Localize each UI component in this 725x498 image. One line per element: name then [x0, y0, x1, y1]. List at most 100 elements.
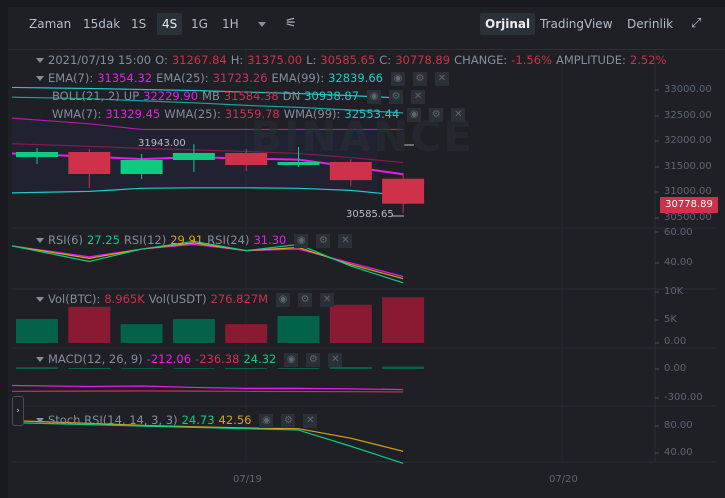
close-icon[interactable]: ✕ — [328, 352, 343, 367]
wma7-label: WMA(7): — [52, 107, 102, 121]
eye-icon[interactable]: ◉ — [259, 413, 274, 428]
ema7-label: EMA(7): — [48, 71, 94, 85]
rsi-legend: RSI(6) 27.25 RSI(12) 29.91 RSI(24) 31.30 ◉ ⚙ ✕ — [36, 232, 356, 248]
boll-mb-label: MB — [202, 89, 220, 103]
macd-hist-value: 24.32 — [243, 352, 277, 366]
macd-histogram-bar — [16, 367, 58, 369]
stoch-tick: 80.00 — [664, 420, 693, 431]
vol-tick: 10K — [664, 286, 684, 297]
volume-bar — [329, 304, 372, 343]
close-icon[interactable]: ✕ — [320, 292, 335, 307]
wma25-value: 31559.78 — [224, 107, 280, 121]
gear-icon[interactable]: ⚙ — [412, 71, 427, 86]
boll-up-value: 32229.90 — [143, 89, 199, 103]
eye-icon[interactable]: ◉ — [407, 107, 422, 122]
gear-icon[interactable]: ⚙ — [306, 352, 321, 367]
macd-histogram-bar — [120, 368, 163, 369]
collapse-icon[interactable] — [36, 76, 44, 81]
vol-btc-value: 8.965K — [104, 292, 145, 306]
ohlc-date: 2021/07/19 15:00 — [48, 53, 152, 67]
boll-legend: BOLL(21, 2) UP 32229.90 MB 31584.38 DN 30938.8… — [52, 88, 429, 104]
stoch-label: Stoch RSI(14, 14, 3, 3) — [48, 413, 178, 427]
price-tick: 30500.00 — [664, 212, 712, 223]
rsi6-label: RSI(6) — [48, 233, 83, 247]
collapse-icon[interactable] — [36, 418, 44, 423]
volume-bar — [382, 297, 425, 343]
wma99-value: 32553.44 — [344, 107, 400, 121]
open-value: 31267.84 — [171, 53, 227, 67]
gear-icon[interactable]: ⚙ — [298, 292, 313, 307]
candle-down — [329, 161, 372, 181]
eye-icon[interactable]: ◉ — [390, 71, 405, 86]
candle-down — [382, 178, 425, 204]
collapse-icon[interactable] — [36, 58, 44, 63]
macd-histogram-bar — [172, 368, 215, 369]
macd-legend: MACD(12, 26, 9) -212.06 -236.38 24.32 ◉ ⚙ ✕ — [36, 351, 346, 367]
macd-tick: 0.00 — [664, 363, 687, 374]
change-value: -1.56% — [511, 53, 552, 67]
eye-icon[interactable]: ◉ — [367, 89, 382, 104]
gear-icon[interactable]: ⚙ — [316, 233, 331, 248]
collapse-icon[interactable] — [36, 238, 44, 243]
close-label: C: — [379, 53, 392, 67]
macd-histogram-bar — [329, 367, 372, 369]
vol-legend: Vol(BTC): 8.965K Vol(USDT) 276.827M ◉ ⚙ ✕ — [36, 291, 338, 307]
vol-btc-label: Vol(BTC): — [48, 292, 101, 306]
close-icon[interactable]: ✕ — [451, 107, 466, 122]
eye-icon[interactable]: ◉ — [284, 352, 299, 367]
macd-tick: -300.00 — [664, 392, 703, 403]
ema25-value: 31723.26 — [212, 71, 268, 85]
boll-mb-value: 31584.38 — [223, 89, 279, 103]
price-tick: 32000.00 — [664, 135, 712, 146]
low-marker: 30585.65 — [346, 209, 394, 220]
rsi24-line — [11, 243, 404, 278]
stoch-d-value: 42.56 — [218, 413, 252, 427]
time-tick: 07/20 — [549, 474, 578, 485]
close-icon[interactable]: ✕ — [411, 89, 426, 104]
boll-label: BOLL(21, 2) — [52, 89, 120, 103]
volume-bar — [277, 315, 320, 343]
stoch-k-value: 24.73 — [181, 413, 215, 427]
macd-dif-line — [11, 384, 404, 391]
boll-dn-value: 30938.87 — [304, 89, 360, 103]
high-label: H: — [230, 53, 244, 67]
rsi6-value: 27.25 — [86, 233, 120, 247]
price-tick: 32500.00 — [664, 110, 712, 121]
amplitude-label: AMPLITUDE: — [555, 53, 626, 67]
close-icon[interactable]: ✕ — [303, 413, 318, 428]
vol-usdt-value: 276.827M — [210, 292, 269, 306]
collapse-icon[interactable] — [36, 357, 44, 362]
rsi12-label: RSI(12) — [123, 233, 167, 247]
high-marker: 31943.00 — [138, 138, 186, 149]
vol-tick: 5K — [664, 314, 677, 325]
candle-down — [68, 152, 111, 175]
volume-bar — [172, 319, 215, 343]
price-tick: 31000.00 — [664, 186, 712, 197]
eye-icon[interactable]: ◉ — [294, 233, 309, 248]
ohlc-legend: 2021/07/19 15:00 O: 31267.84 H: 31375.00 L: 30… — [36, 52, 670, 68]
gear-icon[interactable]: ⚙ — [429, 107, 444, 122]
macd-dea-value: -236.38 — [195, 352, 240, 366]
gear-icon[interactable]: ⚙ — [281, 413, 296, 428]
rsi12-value: 29.91 — [170, 233, 204, 247]
eye-icon[interactable]: ◉ — [276, 292, 291, 307]
last-price-tag: 30778.89 — [660, 197, 718, 213]
ema99-label: EMA(99): — [271, 71, 325, 85]
wma99-label: WMA(99): — [283, 107, 341, 121]
rsi24-value: 31.30 — [253, 233, 287, 247]
collapse-icon[interactable] — [36, 297, 44, 302]
candle-up — [120, 159, 163, 175]
candle-up — [16, 152, 58, 158]
side-expand-button[interactable]: › — [12, 396, 24, 426]
change-label: CHANGE: — [454, 53, 508, 67]
time-tick: 07/19 — [233, 474, 262, 485]
wma-legend: WMA(7): 31329.45 WMA(25): 31559.78 WMA(99): 3… — [52, 106, 469, 122]
macd-dif-value: -212.06 — [146, 352, 192, 366]
close-icon[interactable]: ✕ — [434, 71, 449, 86]
candle-up — [172, 152, 215, 160]
wma7-value: 31329.45 — [105, 107, 161, 121]
macd-label: MACD(12, 26, 9) — [48, 352, 143, 366]
close-icon[interactable]: ✕ — [338, 233, 353, 248]
gear-icon[interactable]: ⚙ — [389, 89, 404, 104]
ema-legend: EMA(7): 31354.32 EMA(25): 31723.26 EMA(99): 3… — [36, 70, 453, 86]
